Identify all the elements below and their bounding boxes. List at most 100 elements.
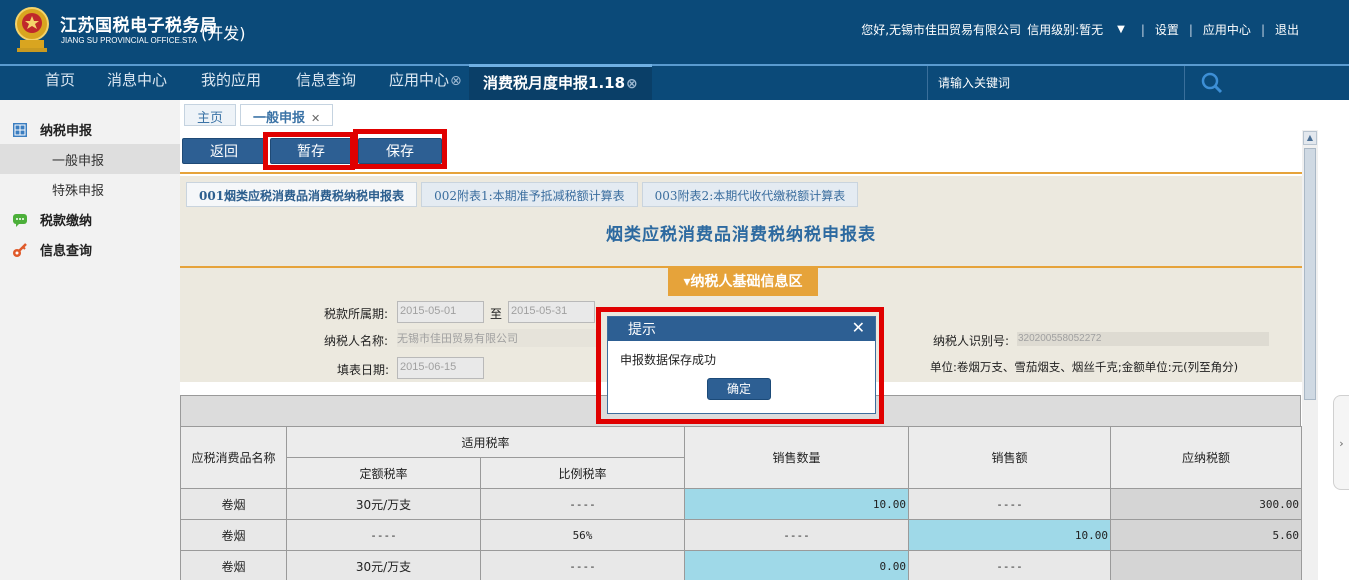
cell-ratio-rate: ----: [480, 550, 685, 580]
greeting-text: 您好,无锡市佳田贸易有限公司: [861, 23, 1022, 37]
subtab-attachment-1[interactable]: 002附表1:本期准予抵减税额计算表: [421, 182, 638, 207]
caret-down-icon: ▾: [683, 274, 691, 290]
alert-dialog: 提示 ✕ 申报数据保存成功 确定: [607, 316, 876, 414]
table-row: 卷烟 30元/万支 ---- 0.00 ----: [180, 550, 1302, 580]
nav-my-apps[interactable]: 我的应用: [201, 69, 261, 90]
nav-app-center-label: 应用中心: [389, 71, 450, 89]
table-row: 卷烟 ---- 56% ---- 10.00 5.60: [180, 519, 1302, 551]
nav-info-query[interactable]: 信息查询: [296, 69, 356, 90]
cell-amount: ----: [908, 550, 1111, 580]
taxpayer-name-field: 无锡市佳田贸易有限公司: [397, 329, 597, 347]
period-from-field[interactable]: 2015-05-01: [397, 301, 484, 323]
ok-button[interactable]: 确定: [707, 378, 771, 400]
dialog-title: 提示: [628, 322, 656, 338]
cell-qty: ----: [684, 519, 909, 551]
main-nav: 首页 消息中心 我的应用 信息查询 应用中心⊗ 消费税月度申报1.18⊗ 请输入…: [0, 64, 1349, 100]
header-bar: 江苏国税电子税务局 JIANG SU PROVINCIAL OFFICE.STA…: [0, 0, 1349, 64]
sidebar-group-label: 纳税申报: [40, 124, 93, 139]
form-title: 烟类应税消费品消费税纳税申报表: [606, 225, 876, 245]
nav-app-center[interactable]: 应用中心⊗: [389, 69, 462, 90]
dialog-header: 提示 ✕: [608, 317, 875, 341]
scroll-up-icon[interactable]: ▲: [1303, 131, 1317, 145]
close-icon[interactable]: ✕: [311, 112, 320, 125]
tab-label: 一般申报: [253, 111, 306, 126]
col-header-fixed-rate: 定额税率: [286, 457, 481, 489]
unit-note: 单位:卷烟万支、雪茄烟支、烟丝千克;金额单位:元(列至角分): [930, 360, 1239, 374]
cell-ratio-rate: ----: [480, 488, 685, 520]
highlight-frame: [263, 132, 355, 170]
col-header-rate-group: 适用税率: [286, 426, 685, 458]
cell-name: 卷烟: [180, 519, 287, 551]
dialog-message: 申报数据保存成功: [620, 353, 717, 367]
scrollbar-thumb[interactable]: [1304, 148, 1316, 400]
cell-tax: [1110, 550, 1302, 580]
logo-env-label: (开发): [201, 24, 246, 43]
page-tabs: 主页 一般申报 ✕: [184, 104, 337, 126]
col-header-name: 应税消费品名称: [180, 426, 287, 489]
sidebar-group-info-query[interactable]: 信息查询: [12, 240, 92, 259]
sidebar-group-label: 税款缴纳: [40, 214, 93, 229]
cell-fixed-rate: ----: [286, 519, 481, 551]
search-icon[interactable]: [1200, 71, 1224, 95]
tab-general-filing[interactable]: 一般申报 ✕: [240, 104, 334, 126]
user-bar: 您好,无锡市佳田贸易有限公司 信用级别:暂无 ▼ | 设置 | 应用中心 | 退…: [861, 21, 1299, 38]
cell-qty-input[interactable]: 10.00: [684, 488, 909, 520]
app-center-link[interactable]: 应用中心: [1203, 21, 1251, 38]
cell-amount: ----: [908, 488, 1111, 520]
sidebar-group-tax-filing[interactable]: 纳税申报: [12, 120, 92, 139]
col-header-ratio-rate: 比例税率: [480, 457, 685, 489]
taxpayer-id-label: 纳税人识别号:: [933, 334, 1010, 348]
col-header-tax: 应纳税额: [1110, 426, 1302, 489]
close-icon[interactable]: ✕: [852, 318, 865, 337]
chevron-down-icon[interactable]: ▼: [1117, 24, 1125, 35]
fill-date-label: 填表日期:: [337, 363, 390, 377]
form-subtabs: 001烟类应税消费品消费税纳税申报表 002附表1:本期准予抵减税额计算表 00…: [186, 182, 862, 207]
cell-name: 卷烟: [180, 488, 287, 520]
grid-icon: [13, 122, 27, 137]
close-icon[interactable]: ⊗: [450, 73, 462, 89]
chevron-right-icon: ›: [1339, 437, 1344, 450]
logo-subtitle-en: JIANG SU PROVINCIAL OFFICE.STA: [61, 36, 198, 45]
col-header-amount: 销售额: [908, 426, 1111, 489]
cell-tax: 300.00: [1110, 488, 1302, 520]
side-panel-handle[interactable]: ›: [1333, 395, 1349, 490]
taxpayer-id-field: 320200558052272: [1017, 332, 1269, 346]
period-to-label: 至: [490, 307, 503, 321]
sidebar-group-label: 信息查询: [40, 244, 93, 259]
close-icon[interactable]: ⊗: [626, 76, 638, 92]
chat-icon: [13, 213, 27, 227]
sidebar: 纳税申报 一般申报 特殊申报 税款缴纳 信息查询: [0, 100, 180, 580]
settings-link[interactable]: 设置: [1155, 21, 1179, 38]
nav-messages[interactable]: 消息中心: [107, 69, 167, 90]
cell-qty-input[interactable]: 0.00: [684, 550, 909, 580]
tab-home[interactable]: 主页: [184, 104, 237, 126]
back-button[interactable]: 返回: [182, 138, 266, 164]
subtab-attachment-2[interactable]: 003附表2:本期代收代缴税额计算表: [641, 182, 859, 207]
section-header[interactable]: ▾纳税人基础信息区: [668, 268, 818, 296]
search-input[interactable]: 请输入关键词: [927, 66, 1185, 100]
subtab-main-form[interactable]: 001烟类应税消费品消费税纳税申报表: [186, 182, 418, 207]
logo-title: 江苏国税电子税务局: [60, 16, 218, 36]
sidebar-item-special-filing[interactable]: 特殊申报: [0, 174, 180, 204]
cell-ratio-rate: 56%: [480, 519, 685, 551]
table-row: 卷烟 30元/万支 ---- 10.00 ---- 300.00: [180, 488, 1302, 520]
sidebar-group-tax-payment[interactable]: 税款缴纳: [12, 210, 92, 229]
nav-home[interactable]: 首页: [45, 69, 75, 90]
period-to-field[interactable]: 2015-05-31: [508, 301, 595, 323]
sidebar-item-general-filing[interactable]: 一般申报: [0, 144, 180, 174]
cell-tax: 5.60: [1110, 519, 1302, 551]
tax-emblem-icon: [15, 7, 49, 52]
logout-link[interactable]: 退出: [1275, 21, 1299, 38]
cell-fixed-rate: 30元/万支: [286, 488, 481, 520]
cell-amount-input[interactable]: 10.00: [908, 519, 1111, 551]
cell-fixed-rate: 30元/万支: [286, 550, 481, 580]
credit-level: 信用级别:暂无: [1027, 23, 1104, 37]
fill-date-field[interactable]: 2015-06-15: [397, 357, 484, 379]
cell-name: 卷烟: [180, 550, 287, 580]
section-title: 纳税人基础信息区: [690, 274, 803, 290]
nav-tab-active[interactable]: 消费税月度申报1.18⊗: [469, 64, 652, 100]
nav-active-label: 消费税月度申报1.18: [483, 74, 626, 92]
key-icon: [13, 242, 27, 257]
taxpayer-name-label: 纳税人名称:: [324, 334, 389, 348]
tax-table: 应税消费品名称 适用税率 销售数量 销售额 应纳税额 定额税率 比例税率 卷烟 …: [180, 426, 1302, 580]
